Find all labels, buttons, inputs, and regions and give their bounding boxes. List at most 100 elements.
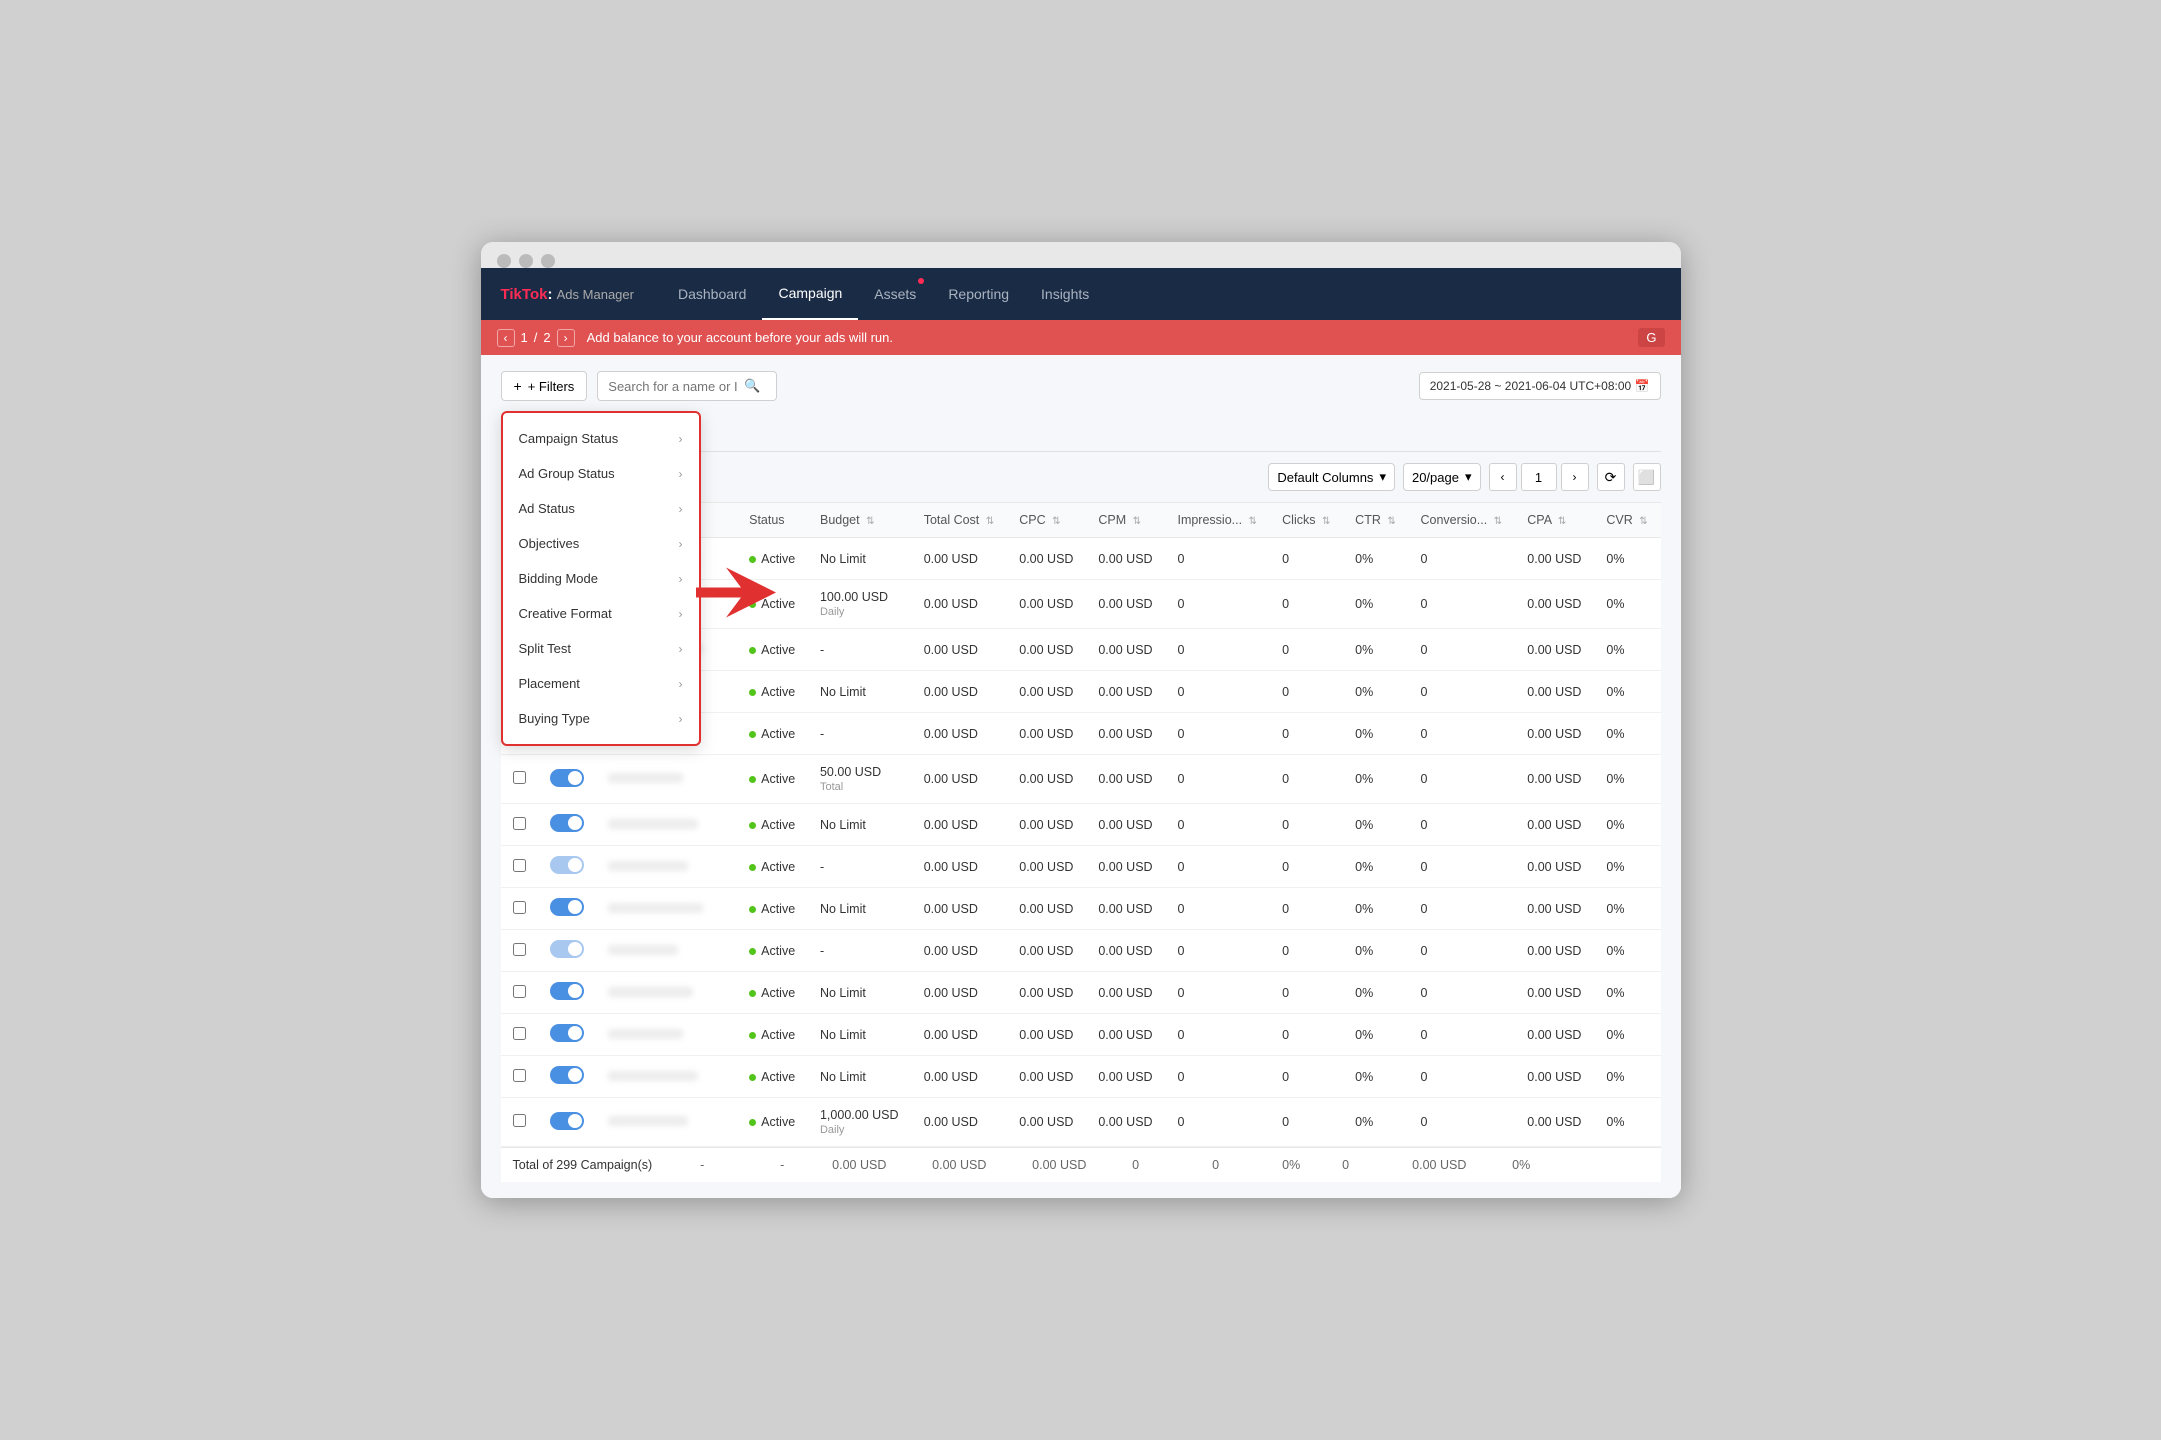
row-checkbox[interactable] <box>513 771 526 784</box>
row-impressions: 0 <box>1165 538 1270 580</box>
nav-item-dashboard[interactable]: Dashboard <box>662 268 763 320</box>
row-cvr: 0% <box>1594 1056 1660 1098</box>
row-conversions: 0 <box>1408 671 1515 713</box>
nav-item-campaign[interactable]: Campaign <box>762 268 858 320</box>
row-status: Active <box>737 804 808 846</box>
download-btn[interactable]: ⬜ <box>1633 463 1661 491</box>
row-ctr: 0% <box>1343 580 1408 629</box>
col-clicks: Clicks ⇅ <box>1270 503 1343 538</box>
footer-cpa: 0.00 USD <box>1412 1158 1492 1172</box>
date-end: 2021-06-04 <box>1505 379 1566 393</box>
row-cvr: 0% <box>1594 629 1660 671</box>
row-checkbox[interactable] <box>513 943 526 956</box>
filters-button[interactable]: + + Filters <box>501 371 588 401</box>
col-budget: Budget ⇅ <box>808 503 912 538</box>
row-checkbox[interactable] <box>513 1114 526 1127</box>
row-cpm: 0.00 USD <box>1086 538 1165 580</box>
refresh-btn[interactable]: ⟳ <box>1597 463 1625 491</box>
alert-prev-btn[interactable]: ‹ <box>497 329 515 347</box>
nav-item-reporting[interactable]: Reporting <box>932 268 1025 320</box>
row-toggle[interactable] <box>550 898 584 916</box>
row-cpc: 0.00 USD <box>1007 930 1086 972</box>
row-cpm: 0.00 USD <box>1086 888 1165 930</box>
alert-go-btn[interactable]: G <box>1638 328 1664 347</box>
footer-cpc: 0.00 USD <box>932 1158 1012 1172</box>
date-range-picker[interactable]: 2021-05-28 ~ 2021-06-04 UTC+08:00 📅 <box>1419 372 1661 400</box>
row-status: Active <box>737 713 808 755</box>
row-checkbox[interactable] <box>513 901 526 914</box>
search-input[interactable] <box>608 379 738 394</box>
row-impressions: 0 <box>1165 713 1270 755</box>
row-checkbox[interactable] <box>513 817 526 830</box>
row-checkbox[interactable] <box>513 1027 526 1040</box>
alert-total: 2 <box>543 330 550 345</box>
row-cpm: 0.00 USD <box>1086 580 1165 629</box>
row-toggle[interactable] <box>550 814 584 832</box>
row-impressions: 0 <box>1165 1098 1270 1147</box>
footer-ctr: 0% <box>1282 1158 1322 1172</box>
alert-next-btn[interactable]: › <box>557 329 575 347</box>
filter-item-objectives[interactable]: Objectives › <box>503 526 699 561</box>
prev-page-btn[interactable]: ‹ <box>1489 463 1517 491</box>
logo-colon: : <box>547 286 552 303</box>
row-checkbox[interactable] <box>513 859 526 872</box>
row-toggle[interactable] <box>550 856 584 874</box>
row-total-cost: 0.00 USD <box>912 671 1008 713</box>
browser-chrome <box>481 242 1681 268</box>
nav-item-insights[interactable]: Insights <box>1025 268 1105 320</box>
row-impressions: 0 <box>1165 972 1270 1014</box>
row-toggle[interactable] <box>550 940 584 958</box>
chevron-right-icon: › <box>679 607 683 621</box>
columns-selector[interactable]: Default Columns ▾ <box>1268 463 1395 491</box>
campaign-name <box>608 945 678 955</box>
row-cpm: 0.00 USD <box>1086 972 1165 1014</box>
filter-item-creative-format[interactable]: Creative Format › <box>503 596 699 631</box>
main-content: + + Filters 🔍 2021-05-28 ~ 2021-06-04 UT… <box>481 355 1681 1198</box>
filter-item-bidding-mode[interactable]: Bidding Mode › <box>503 561 699 596</box>
filter-item-buying-type[interactable]: Buying Type › <box>503 701 699 736</box>
row-cpm: 0.00 USD <box>1086 930 1165 972</box>
row-cpc: 0.00 USD <box>1007 580 1086 629</box>
table-row: ActiveNo Limit0.00 USD0.00 USD0.00 USD00… <box>501 1014 1661 1056</box>
browser-window: TikTok: Ads Manager Dashboard Campaign A… <box>481 242 1681 1198</box>
filter-item-ad-status[interactable]: Ad Status › <box>503 491 699 526</box>
row-cvr: 0% <box>1594 671 1660 713</box>
row-total-cost: 0.00 USD <box>912 888 1008 930</box>
row-status: Active <box>737 629 808 671</box>
campaign-name <box>608 773 683 783</box>
row-cpa: 0.00 USD <box>1515 930 1594 972</box>
row-toggle[interactable] <box>550 1066 584 1084</box>
row-toggle[interactable] <box>550 982 584 1000</box>
next-page-btn[interactable]: › <box>1561 463 1589 491</box>
row-impressions: 0 <box>1165 629 1270 671</box>
filter-item-split-test[interactable]: Split Test › <box>503 631 699 666</box>
per-page-selector[interactable]: 20/page ▾ <box>1403 463 1481 491</box>
row-status: Active <box>737 671 808 713</box>
col-conversions: Conversio... ⇅ <box>1408 503 1515 538</box>
row-total-cost: 0.00 USD <box>912 930 1008 972</box>
row-cvr: 0% <box>1594 538 1660 580</box>
filter-item-placement[interactable]: Placement › <box>503 666 699 701</box>
filter-item-ad-group-status[interactable]: Ad Group Status › <box>503 456 699 491</box>
row-status: Active <box>737 538 808 580</box>
row-cvr: 0% <box>1594 1098 1660 1147</box>
row-checkbox[interactable] <box>513 985 526 998</box>
row-toggle[interactable] <box>550 1024 584 1042</box>
row-budget: - <box>808 713 912 755</box>
nav-item-assets[interactable]: Assets <box>858 268 932 320</box>
filter-buying-type-label: Buying Type <box>519 711 590 726</box>
row-conversions: 0 <box>1408 1056 1515 1098</box>
row-status: Active <box>737 580 808 629</box>
row-toggle[interactable] <box>550 1112 584 1130</box>
row-toggle[interactable] <box>550 769 584 787</box>
row-cpa: 0.00 USD <box>1515 538 1594 580</box>
row-impressions: 0 <box>1165 888 1270 930</box>
row-cpa: 0.00 USD <box>1515 972 1594 1014</box>
row-status: Active <box>737 1014 808 1056</box>
row-cpm: 0.00 USD <box>1086 846 1165 888</box>
row-checkbox[interactable] <box>513 1069 526 1082</box>
search-box[interactable]: 🔍 <box>597 371 777 401</box>
filter-item-campaign-status[interactable]: Campaign Status › <box>503 421 699 456</box>
page-input[interactable] <box>1521 463 1557 491</box>
row-impressions: 0 <box>1165 930 1270 972</box>
